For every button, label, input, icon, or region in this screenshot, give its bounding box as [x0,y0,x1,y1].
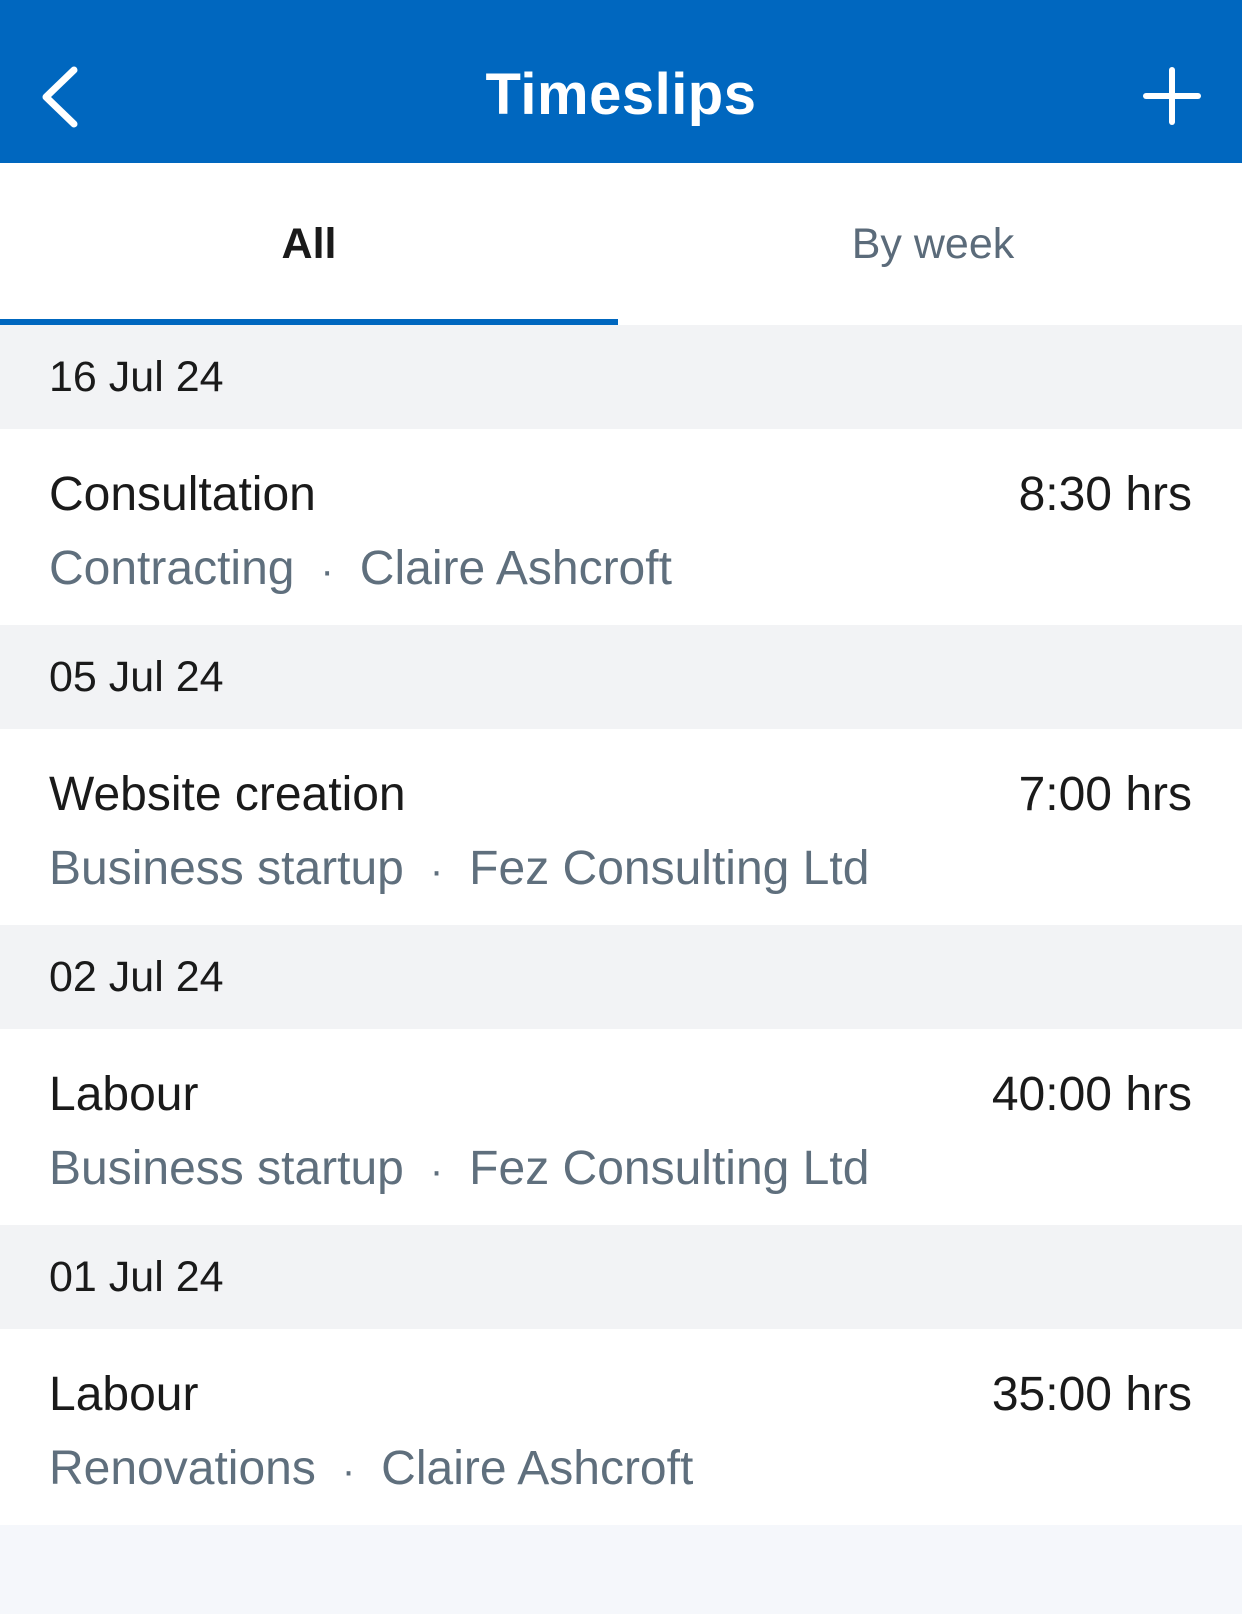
plus-icon [1143,67,1201,125]
timeslip-hours: 8:30 hrs [1018,468,1192,521]
timeslip-client: Claire Ashcroft [381,1442,694,1495]
timeslip-hours: 7:00 hrs [1018,768,1192,821]
timeslip-client: Fez Consulting Ltd [469,842,870,895]
tab-bar: All By week [0,163,1242,325]
date-section-header: 05 Jul 24 [0,625,1242,729]
timeslip-row[interactable]: Labour 35:00 hrs Renovations · Claire Ashc… [0,1329,1242,1525]
timeslip-project: Business startup [49,842,404,895]
timeslip-hours: 35:00 hrs [991,1368,1192,1421]
timeslip-client: Fez Consulting Ltd [469,1142,870,1195]
date-section-header: 16 Jul 24 [0,325,1242,429]
timeslip-project: Renovations [49,1442,316,1495]
timeslip-project: Contracting [49,542,295,595]
timeslip-details: Contracting · Claire Ashcroft [49,538,672,602]
app-header: Timeslips [0,0,1242,163]
tab-by-week[interactable]: By week [624,163,1242,325]
separator-dot: · [429,1149,444,1193]
timeslip-details: Renovations · Claire Ashcroft [49,1438,693,1502]
timeslip-details: Business startup · Fez Consulting Ltd [49,1138,869,1202]
timeslip-row[interactable]: Consultation 8:30 hrs Contracting · Claire… [0,429,1242,625]
timeslip-list: 16 Jul 24 Consultation 8:30 hrs Contract… [0,325,1242,1525]
timeslip-row[interactable]: Website creation 7:00 hrs Business start… [0,729,1242,925]
timeslip-task: Labour [49,1068,199,1121]
timeslip-task: Consultation [49,468,316,521]
date-section-header: 01 Jul 24 [0,1225,1242,1329]
separator-dot: · [320,549,334,593]
separator-dot: · [341,1449,356,1493]
timeslip-hours: 40:00 hrs [991,1068,1192,1121]
add-timeslip-button[interactable] [1124,48,1220,144]
page-title: Timeslips [485,62,757,127]
timeslip-project: Business startup [49,1142,404,1195]
timeslip-task: Labour [49,1368,199,1421]
tab-all[interactable]: All [0,163,618,325]
timeslip-client: Claire Ashcroft [359,542,672,595]
timeslip-task: Website creation [49,768,406,821]
timeslip-details: Business startup · Fez Consulting Ltd [49,838,869,902]
date-section-header: 02 Jul 24 [0,925,1242,1029]
separator-dot: · [429,849,444,893]
timeslip-row[interactable]: Labour 40:00 hrs Business startup · Fez Co… [0,1029,1242,1225]
